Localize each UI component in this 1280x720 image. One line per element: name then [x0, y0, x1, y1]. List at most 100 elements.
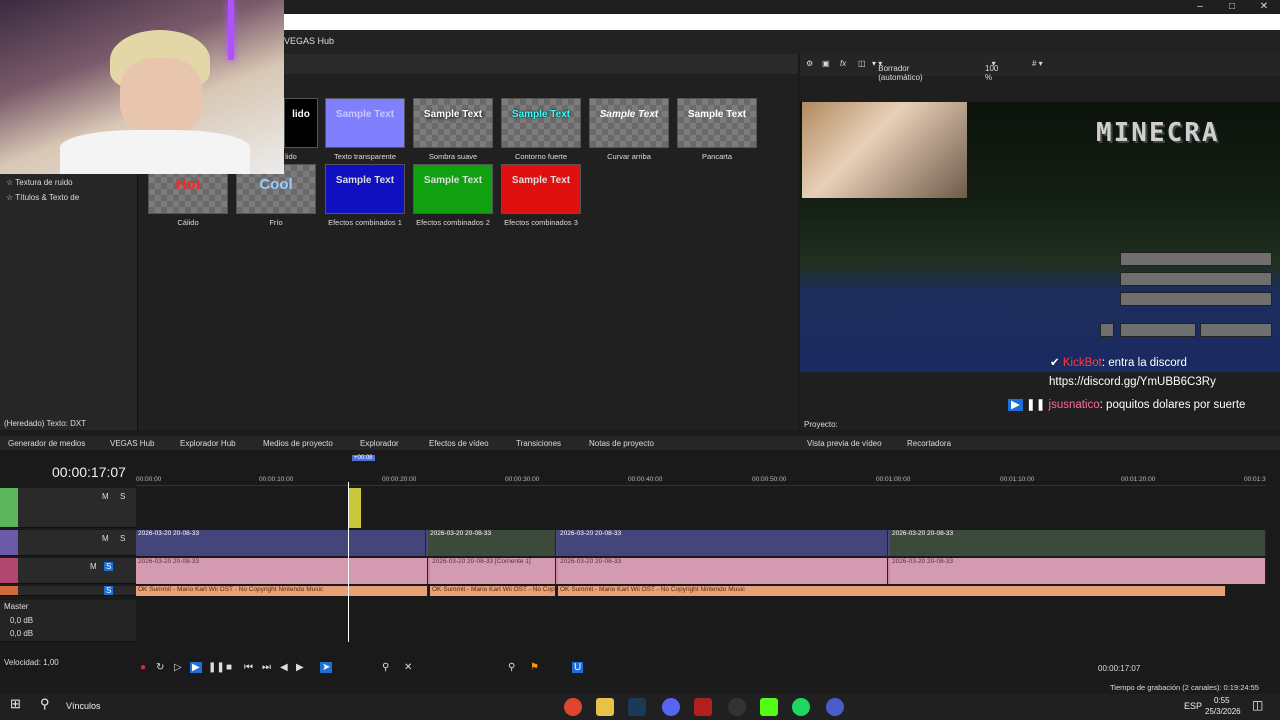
taskbar-search-label[interactable]: Vínculos: [66, 701, 101, 711]
tab-hub-explorer[interactable]: Explorador Hub: [180, 439, 236, 448]
go-to-end-button[interactable]: ⏭: [262, 662, 271, 673]
loop-button[interactable]: ↻: [156, 662, 164, 673]
preset-thumb[interactable]: lido: [284, 98, 318, 148]
notifications-icon[interactable]: ◫: [1252, 698, 1263, 712]
tab-project-media[interactable]: Medios de proyecto: [263, 439, 333, 448]
audio-clip[interactable]: 2026-03-20 20-08-33: [890, 558, 1266, 584]
play-button[interactable]: ▶: [190, 662, 202, 673]
minimize-button[interactable]: –: [1184, 0, 1216, 14]
tree-item-titles-text[interactable]: ☆ Títulos & Texto de: [6, 193, 79, 202]
tab-video-preview[interactable]: Vista previa de vídeo: [807, 439, 882, 448]
close-button[interactable]: ✕: [1248, 0, 1280, 14]
discord-icon[interactable]: [662, 698, 680, 716]
file-explorer-icon[interactable]: [596, 698, 614, 716]
preset-thumb[interactable]: Sample Text: [501, 164, 581, 214]
go-to-start-button[interactable]: ⏮: [244, 662, 253, 673]
external-monitor-icon[interactable]: ▣: [822, 59, 830, 68]
clock-time[interactable]: 0:55: [1214, 696, 1230, 705]
music-clip[interactable]: OK Summit - Mario Kart Wii OST - No Copy…: [430, 586, 556, 596]
grid-icon[interactable]: # ▾: [1032, 59, 1043, 68]
track-lane-1[interactable]: [136, 488, 1266, 528]
track-header-2[interactable]: M S: [0, 530, 136, 556]
solo-button[interactable]: S: [120, 534, 125, 543]
video-clip[interactable]: 2026-03-20 20-08-33: [136, 530, 426, 556]
playhead-marker[interactable]: +00:08: [352, 455, 375, 461]
ruler-tick: 00:00:40:00: [628, 476, 663, 483]
play-from-start-button[interactable]: ▷: [174, 662, 182, 673]
tab-trimmer[interactable]: Recortadora: [907, 439, 951, 448]
vegas-hub-label[interactable]: VEGAS Hub: [284, 36, 334, 46]
settings-icon[interactable]: ⚙: [806, 59, 813, 68]
track-header-3[interactable]: M S: [0, 558, 136, 584]
master-bus-header[interactable]: Master 0,0 dB 0,0 dB: [0, 600, 136, 642]
windows-start-icon[interactable]: ⊞: [10, 696, 21, 712]
mute-button[interactable]: M: [102, 534, 109, 543]
tree-item-noise-texture[interactable]: ☆ Textura de ruido: [6, 178, 73, 187]
video-clip[interactable]: 2026-03-20 20-08-33: [558, 530, 888, 556]
solo-button[interactable]: S: [120, 492, 125, 501]
edit-tool-button[interactable]: ➤: [320, 662, 333, 673]
spotify-icon[interactable]: [792, 698, 810, 716]
chrome-icon[interactable]: [564, 698, 582, 716]
music-clip[interactable]: OK Summit - Mario Kart Wii OST - No Copy…: [558, 586, 1226, 596]
pause-button[interactable]: ❚❚: [208, 662, 225, 673]
text-clip[interactable]: [348, 488, 362, 528]
maximize-button[interactable]: □: [1216, 0, 1248, 14]
marker-icon[interactable]: ⚑: [530, 662, 539, 673]
tab-vegas-hub[interactable]: VEGAS Hub: [110, 439, 154, 448]
timeline-ruler[interactable]: 00:00:00 00:00:10:00 00:00:20:00 00:00:3…: [136, 474, 1266, 486]
mute-button[interactable]: M: [102, 492, 109, 501]
mute-button[interactable]: M: [90, 562, 97, 571]
steam-icon[interactable]: [628, 698, 646, 716]
vegas-icon[interactable]: [826, 698, 844, 716]
next-frame-button[interactable]: ▶: [296, 662, 304, 673]
delete-icon[interactable]: ✕: [404, 662, 412, 673]
obs-icon[interactable]: [728, 698, 746, 716]
solo-button[interactable]: S: [104, 586, 114, 595]
preset-thumb[interactable]: Sample Text: [501, 98, 581, 148]
track-lane-2[interactable]: 2026-03-20 20-08-33 2026-03-20 20-08-33 …: [136, 530, 1266, 556]
stop-button[interactable]: ■: [226, 662, 232, 673]
preview-quality-select[interactable]: ▾ Borrador (automático) ▾: [872, 59, 923, 82]
audio-clip[interactable]: 2026-03-20 20-08-33: [558, 558, 888, 584]
preset-thumb[interactable]: Sample Text: [589, 98, 669, 148]
audio-clip[interactable]: 2026-03-20 20-08-33: [136, 558, 428, 584]
zoom-select[interactable]: 100 % ▾: [985, 59, 998, 82]
chat-message: https://discord.gg/YmUBB6C3Ry: [1049, 376, 1216, 388]
preset-thumb[interactable]: Sample Text: [325, 164, 405, 214]
game-menu-button: [1120, 292, 1272, 306]
audio-clip[interactable]: 2026-03-20 20-08-33 [Corriente 1]: [430, 558, 556, 584]
playhead[interactable]: [348, 482, 349, 642]
music-clip[interactable]: OK Summit - Mario Kart Wii OST - No Copy…: [136, 586, 428, 596]
preset-thumb[interactable]: Sample Text: [325, 98, 405, 148]
preset-thumb[interactable]: Sample Text: [677, 98, 757, 148]
tab-video-fx[interactable]: Efectos de vídeo: [429, 439, 489, 448]
track-header-1[interactable]: M S: [0, 488, 136, 528]
track-header-4[interactable]: S: [0, 586, 136, 596]
track-lane-3[interactable]: 2026-03-20 20-08-33 2026-03-20 20-08-33 …: [136, 558, 1266, 584]
fx-icon[interactable]: fx: [840, 59, 846, 68]
solo-button[interactable]: S: [104, 562, 114, 571]
preset-thumb[interactable]: Sample Text: [413, 164, 493, 214]
speed-control[interactable]: Velocidad: 1,00: [0, 656, 136, 672]
zoom-value: 100 %: [985, 64, 999, 82]
track-lane-4[interactable]: OK Summit - Mario Kart Wii OST - No Copy…: [136, 586, 1266, 596]
video-clip[interactable]: 2026-03-20 20-08-33: [428, 530, 556, 556]
kick-icon[interactable]: [760, 698, 778, 716]
snapping-button[interactable]: U: [572, 662, 584, 673]
clock-date[interactable]: 25/3/2026: [1205, 707, 1241, 716]
tab-transitions[interactable]: Transiciones: [516, 439, 561, 448]
language-indicator[interactable]: ESP: [1184, 701, 1202, 711]
tab-media-generator[interactable]: Generador de medios: [8, 439, 85, 448]
zoom-tool-icon[interactable]: ⚲: [382, 662, 389, 673]
preset-thumb[interactable]: Sample Text: [413, 98, 493, 148]
youtube-app-icon[interactable]: [694, 698, 712, 716]
tab-project-notes[interactable]: Notas de proyecto: [589, 439, 654, 448]
split-screen-icon[interactable]: ◫: [858, 59, 866, 68]
lock-icon[interactable]: ⚲: [508, 662, 515, 673]
previous-frame-button[interactable]: ◀: [280, 662, 288, 673]
video-clip[interactable]: 2026-03-20 20-08-33: [890, 530, 1266, 556]
record-button[interactable]: ●: [140, 662, 146, 673]
tab-explorer[interactable]: Explorador: [360, 439, 399, 448]
search-icon[interactable]: ⚲: [40, 696, 50, 712]
